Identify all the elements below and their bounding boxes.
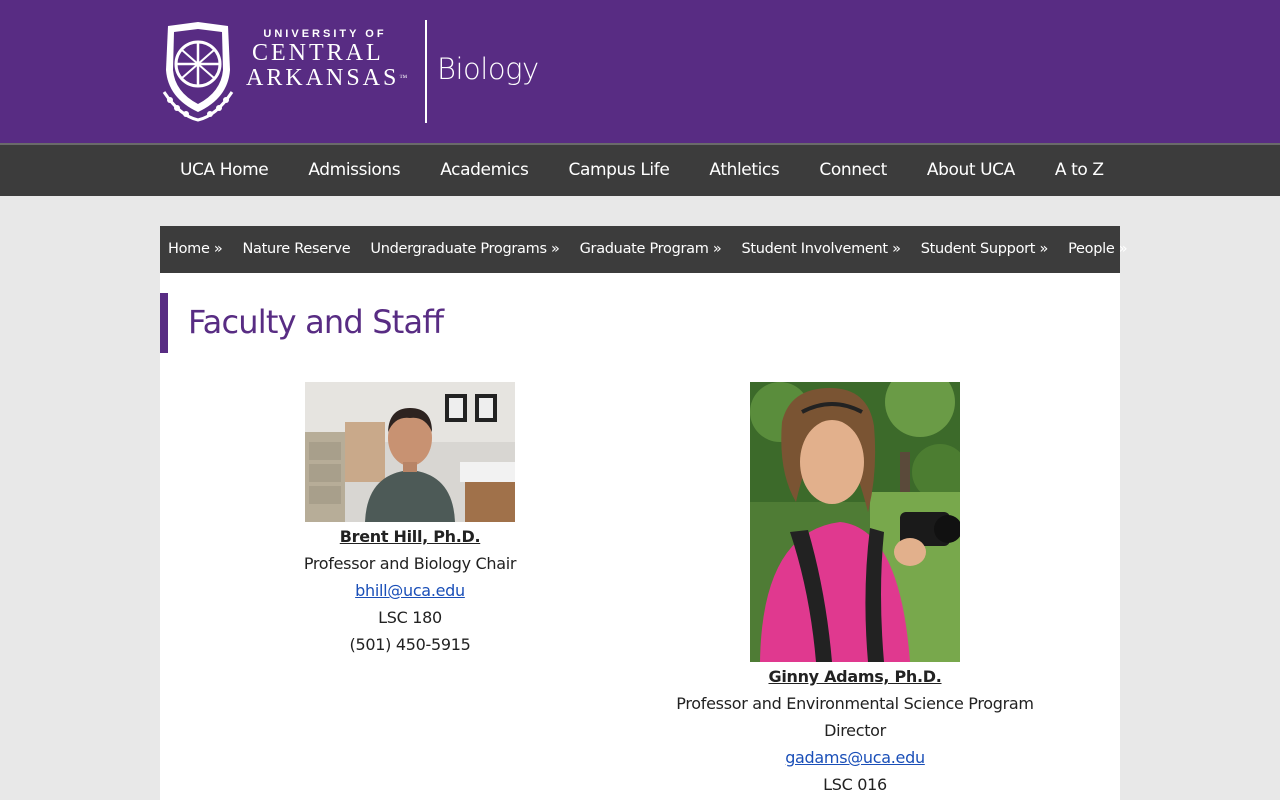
main-nav-item-admissions: Admissions — [288, 145, 420, 196]
section-nav: Home » Nature Reserve Undergraduate Progra… — [160, 226, 1128, 273]
section-nav-item-people: People » — [1068, 226, 1147, 273]
logo-text-central: CENTRAL — [252, 40, 384, 66]
main-nav-item-uca-home: UCA Home — [160, 145, 288, 196]
section-nav-list: Home » Nature Reserve Undergraduate Progra… — [160, 226, 1128, 273]
person-title-line1: Professor and Environmental Science Prog… — [676, 694, 1034, 713]
person-photo-ginny-adams — [750, 382, 960, 662]
uca-logo-link[interactable]: UNIVERSITY OF CENTRAL ARKANSAS™ — [160, 20, 420, 124]
section-nav-link-home[interactable]: Home » — [168, 226, 223, 273]
main-nav-link-academics[interactable]: Academics — [420, 145, 548, 196]
person-office: LSC 180 — [378, 608, 442, 627]
person-photo-brent-hill — [305, 382, 515, 522]
section-nav-item-student-involvement: Student Involvement » — [741, 226, 920, 273]
main-nav-item-a-to-z: A to Z — [1035, 145, 1124, 196]
main-nav: UCA Home Admissions Academics Campus Life At… — [0, 143, 1280, 196]
logo-text-university-of: UNIVERSITY OF — [263, 28, 387, 40]
main-nav-link-connect[interactable]: Connect — [799, 145, 907, 196]
main-content: Home » Nature Reserve Undergraduate Progra… — [160, 226, 1128, 800]
section-nav-item-nature-reserve: Nature Reserve — [243, 226, 371, 273]
person-name-link[interactable]: Ginny Adams, Ph.D. — [768, 667, 941, 686]
page-title-block: Faculty and Staff — [160, 293, 760, 353]
site-header: UNIVERSITY OF CENTRAL ARKANSAS™ Biology — [0, 0, 1280, 143]
site-name-link[interactable]: Biology — [437, 52, 539, 86]
main-nav-link-uca-home[interactable]: UCA Home — [160, 145, 288, 196]
section-nav-link-student-support[interactable]: Student Support » — [921, 226, 1049, 273]
section-nav-link-student-involvement[interactable]: Student Involvement » — [741, 226, 901, 273]
section-nav-link-nature-reserve[interactable]: Nature Reserve — [243, 226, 351, 273]
person-email-link[interactable]: gadams@uca.edu — [785, 748, 925, 767]
main-nav-item-academics: Academics — [420, 145, 548, 196]
main-nav-link-campus-life[interactable]: Campus Life — [548, 145, 689, 196]
logo-text-arkansas-word: ARKANSAS — [246, 65, 400, 91]
section-nav-link-graduate-program[interactable]: Graduate Program » — [580, 226, 722, 273]
person-title-line2: Director — [824, 721, 886, 740]
page-title: Faculty and Staff — [188, 303, 444, 341]
section-nav-item-home: Home » — [168, 226, 243, 273]
section-nav-link-people[interactable]: People » — [1068, 226, 1128, 273]
main-nav-item-campus-life: Campus Life — [548, 145, 689, 196]
section-nav-link-undergraduate-programs[interactable]: Undergraduate Programs » — [370, 226, 560, 273]
person-card-brent-hill: Brent Hill, Ph.D. Professor and Biology … — [260, 382, 560, 658]
logo-text-arkansas: ARKANSAS™ — [246, 65, 407, 91]
main-nav-list: UCA Home Admissions Academics Campus Life At… — [160, 145, 1124, 196]
portrait-photo-icon — [305, 382, 515, 522]
section-nav-item-student-support: Student Support » — [921, 226, 1068, 273]
uca-shield-logo-icon — [162, 22, 234, 122]
portrait-photo-icon — [750, 382, 960, 662]
logo-tm: ™ — [399, 73, 408, 82]
section-nav-item-undergraduate-programs: Undergraduate Programs » — [370, 226, 579, 273]
main-nav-link-admissions[interactable]: Admissions — [288, 145, 420, 196]
main-nav-link-about-uca[interactable]: About UCA — [907, 145, 1035, 196]
person-email-link[interactable]: bhill@uca.edu — [355, 581, 465, 600]
person-name-link[interactable]: Brent Hill, Ph.D. — [340, 527, 481, 546]
person-office: LSC 016 — [823, 775, 887, 794]
main-nav-link-athletics[interactable]: Athletics — [689, 145, 799, 196]
main-nav-item-connect: Connect — [799, 145, 907, 196]
person-card-ginny-adams: Ginny Adams, Ph.D. Professor and Environ… — [660, 382, 1050, 798]
person-phone: (501) 450-5915 — [349, 635, 471, 654]
logo-divider — [425, 20, 427, 123]
section-nav-item-graduate-program: Graduate Program » — [580, 226, 742, 273]
main-nav-link-a-to-z[interactable]: A to Z — [1035, 145, 1124, 196]
main-nav-item-about-uca: About UCA — [907, 145, 1035, 196]
person-title: Professor and Biology Chair — [303, 554, 517, 573]
main-nav-item-athletics: Athletics — [689, 145, 799, 196]
